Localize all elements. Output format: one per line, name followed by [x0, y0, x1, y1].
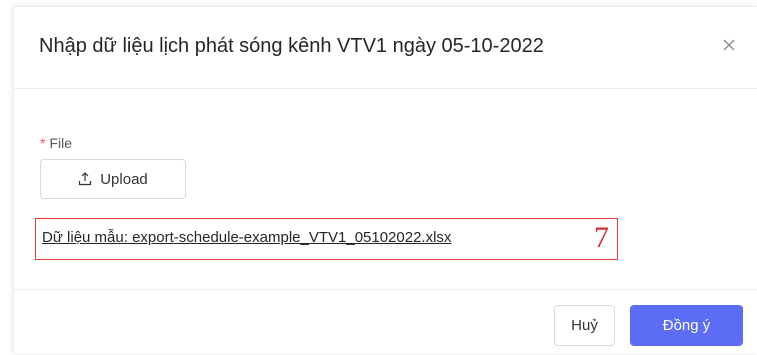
sample-file-link[interactable]: Dữ liệu mẫu: export-schedule-example_VTV…	[42, 229, 451, 246]
import-schedule-modal: Nhập dữ liệu lịch phát sóng kênh VTV1 ng…	[13, 6, 757, 354]
annotation-highlight-box: Dữ liệu mẫu: export-schedule-example_VTV…	[35, 218, 618, 260]
close-icon	[721, 37, 737, 53]
file-label-text: File	[49, 135, 73, 151]
cancel-button[interactable]: Huỷ	[554, 305, 615, 346]
modal-body: * File Upload Dữ liệu mẫu: export-schedul…	[14, 89, 757, 289]
annotation-number: 7	[594, 221, 609, 254]
modal-title: Nhập dữ liệu lịch phát sóng kênh VTV1 ng…	[39, 35, 544, 57]
file-field-label: * File	[40, 135, 72, 151]
upload-button[interactable]: Upload	[40, 159, 186, 199]
upload-icon	[78, 172, 92, 186]
upload-label: Upload	[100, 170, 148, 188]
confirm-button[interactable]: Đồng ý	[630, 305, 743, 346]
modal-footer: Huỷ Đồng ý	[14, 289, 757, 355]
modal-header: Nhập dữ liệu lịch phát sóng kênh VTV1 ng…	[14, 7, 757, 89]
required-mark: *	[40, 135, 46, 151]
close-button[interactable]	[721, 37, 737, 53]
